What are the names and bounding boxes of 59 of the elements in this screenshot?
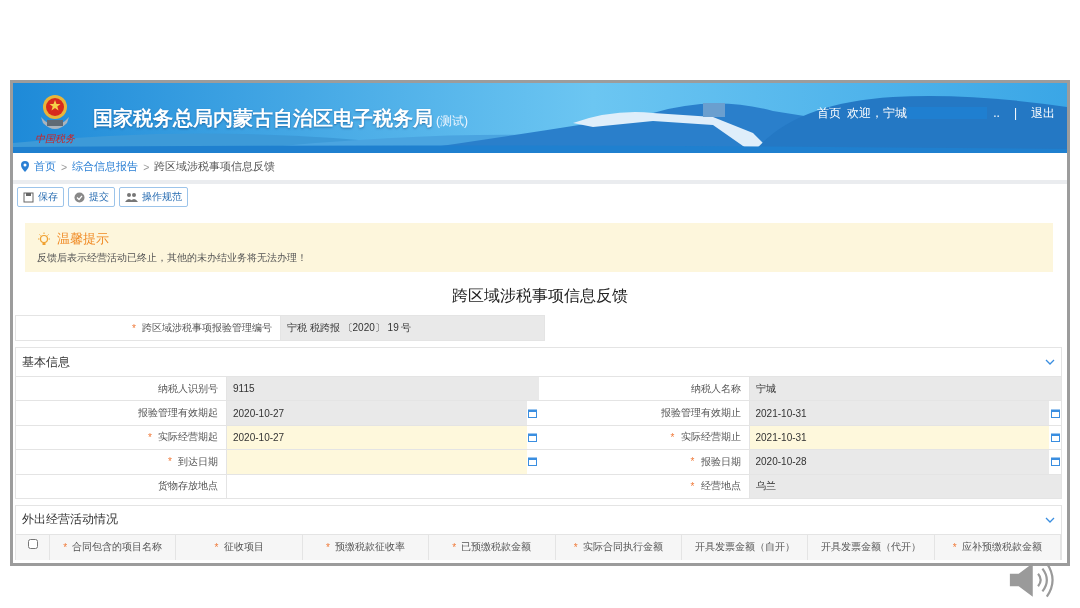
logout-link[interactable]: 退出 <box>1031 104 1055 122</box>
notice-text: 反馈后表示经营活动已终止，其他的未办结业务将无法办理！ <box>37 251 308 265</box>
input-field: 2020-10-28 <box>748 450 1049 474</box>
select-all-checkbox[interactable] <box>27 538 38 549</box>
input-field[interactable] <box>226 450 527 474</box>
section-header[interactable]: 基本信息 <box>16 348 1061 376</box>
ellipsis-text: .. <box>993 106 1000 120</box>
breadcrumb-link[interactable]: 综合信息报告 <box>72 159 139 174</box>
home-link[interactable]: 首页 <box>817 104 842 122</box>
input-field[interactable]: 2020-10-27 <box>226 425 527 450</box>
site-title: 国家税务总局内蒙古自治区电子税务局 <box>93 105 433 131</box>
welcome-text: 欢迎，宁城 <box>847 104 908 122</box>
calendar-icon[interactable] <box>528 432 537 442</box>
column-header: * 实际合同执行金额 <box>555 534 682 560</box>
input-field[interactable]: 2021-10-31 <box>748 425 1049 450</box>
chevron-down-icon[interactable] <box>1045 515 1055 524</box>
input-field: 9115 <box>226 377 539 401</box>
column-header: * 合同包含的项目名称 <box>50 534 177 560</box>
toolbar-button[interactable]: 提交 <box>68 187 115 207</box>
required-mark: * <box>573 541 578 553</box>
calendar-icon[interactable] <box>528 408 537 418</box>
required-mark: * <box>326 541 330 553</box>
column-header: * 征收项目 <box>176 534 303 560</box>
breadcrumb-separator: > <box>61 160 68 173</box>
notice-title: 温馨提示 <box>57 230 109 248</box>
toolbar-button[interactable]: 操作规范 <box>119 187 188 207</box>
logo-caption: 中国税务 <box>35 132 75 144</box>
separator-text: | <box>1013 106 1017 120</box>
title-note: (测试) <box>436 112 468 130</box>
calendar-icon[interactable] <box>1050 408 1060 418</box>
breadcrumb-separator: > <box>143 160 150 173</box>
required-mark: * <box>214 541 219 553</box>
column-header: * 预缴税款征收率 <box>302 534 430 560</box>
input-field: 2020-10-27 <box>226 401 527 425</box>
form-title: 跨区域涉税事项信息反馈 <box>451 286 629 306</box>
section-header[interactable]: 外出经营活动情况 <box>16 505 1061 534</box>
input-field: 2021-10-31 <box>748 401 1049 425</box>
location-pin-icon <box>21 161 29 172</box>
input-field: 宁税 税跨报 〔2020〕 19 号 <box>280 316 544 340</box>
required-mark: * <box>63 541 68 553</box>
current-page-text: 跨区域涉税事项信息反馈 <box>154 159 276 174</box>
input-field: 乌兰 <box>748 474 1061 498</box>
lightbulb-icon <box>37 232 51 246</box>
calendar-icon[interactable] <box>528 457 537 467</box>
breadcrumb-link[interactable]: 首页 <box>34 159 56 174</box>
calendar-icon[interactable] <box>1050 432 1060 442</box>
input-field: 宁城 <box>748 377 1061 401</box>
required-mark: * <box>952 541 957 553</box>
toolbar-button[interactable]: 保存 <box>17 187 64 207</box>
check-circle-icon <box>74 191 85 203</box>
required-mark: * <box>452 541 457 553</box>
required-mark: * <box>132 322 136 334</box>
chevron-down-icon[interactable] <box>1045 358 1055 366</box>
calendar-icon[interactable] <box>1050 457 1060 467</box>
column-header: * 已预缴税款金额 <box>429 534 556 560</box>
column-header: * 应补预缴税款金额 <box>934 534 1061 560</box>
users-icon <box>125 191 138 203</box>
column-header: 开具发票金额（自开） <box>681 534 809 560</box>
column-header: 开具发票金额（代开） <box>808 534 935 560</box>
